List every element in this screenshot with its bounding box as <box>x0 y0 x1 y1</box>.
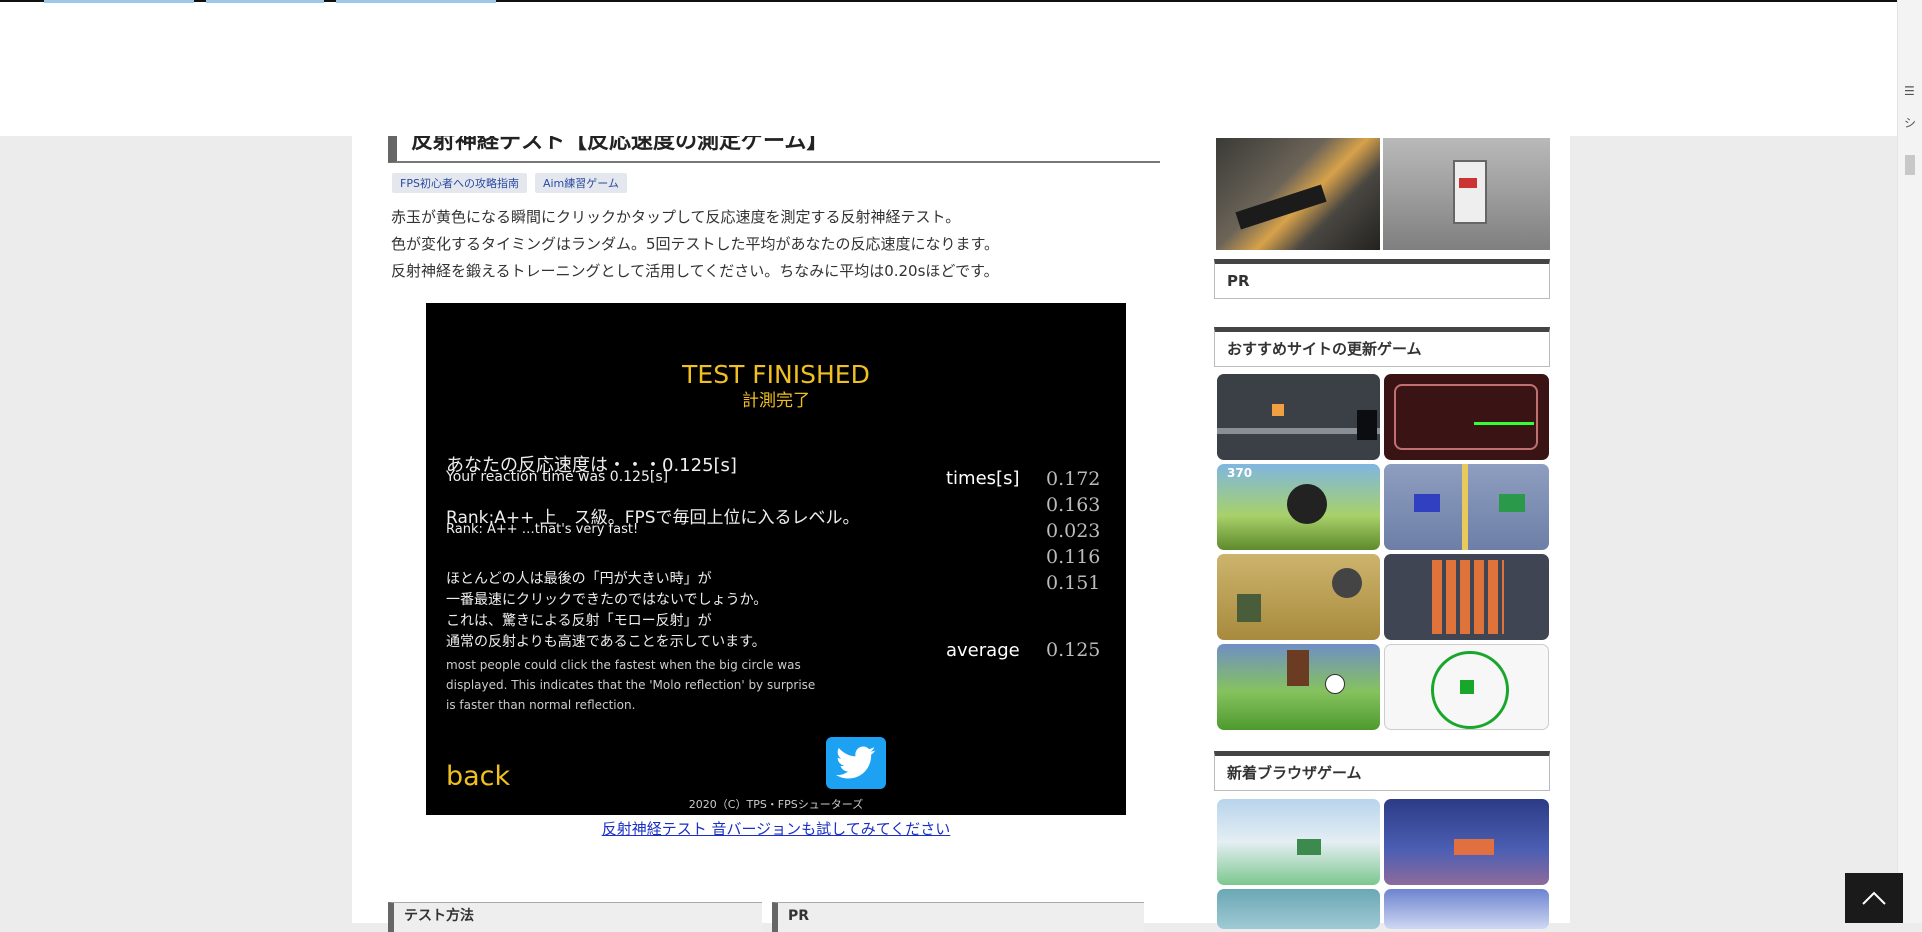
note-line: これは、驚きによる反射「モロー反射」が <box>446 613 712 629</box>
top-banner <box>0 0 1898 136</box>
top-tab[interactable] <box>206 0 324 3</box>
new-games-heading: 新着ブラウザゲーム <box>1214 751 1550 791</box>
game-thumbnail-maze[interactable] <box>1384 374 1549 460</box>
scrollbar[interactable]: ☰ シ <box>1897 0 1922 923</box>
time-value: 0.116 <box>1046 546 1101 568</box>
robot-chest <box>1459 178 1477 188</box>
chevron-up-icon <box>1862 891 1886 905</box>
pr-box-heading: PR <box>772 902 1144 932</box>
note-line: displayed. This indicates that the 'Molo… <box>446 678 816 692</box>
back-button[interactable]: back <box>446 761 510 792</box>
time-value: 0.151 <box>1046 572 1101 594</box>
player <box>1287 650 1309 686</box>
game-thumbnail-platformer[interactable] <box>1217 374 1380 460</box>
game-thumbnail-fps-shooter[interactable] <box>1216 138 1380 250</box>
game-copyright: 2020（C）TPS・FPSシューターズ <box>688 798 864 811</box>
intro-line: 反射神経を鍛えるトレーニングとして活用してください。ちなみに平均は0.20sほど… <box>391 262 999 280</box>
score-badge: 370 <box>1227 466 1253 480</box>
sound-version-link[interactable]: 反射神経テスト 音バージョンも試してみてください <box>352 818 1200 839</box>
gun-shape <box>1235 184 1327 230</box>
time-value: 0.023 <box>1046 520 1101 542</box>
ball <box>1325 674 1345 694</box>
unit <box>1237 594 1261 622</box>
scroll-glyph: シ <box>1904 116 1917 130</box>
average-label: average <box>946 640 1020 661</box>
game-thumbnail-new-4[interactable] <box>1384 889 1549 929</box>
page-content: 反射神経テスト【反応速度の測定ゲーム】 FPS初心者への攻略指南 Aim練習ゲー… <box>352 0 1570 932</box>
note-line: ほとんどの人は最後の「円が大きい時」が <box>446 571 712 587</box>
twitter-share-button[interactable] <box>826 737 886 789</box>
time-value: 0.172 <box>1046 468 1101 490</box>
game-thumbnail-robot[interactable] <box>1383 138 1550 250</box>
game-thumbnail-soccer[interactable] <box>1217 644 1380 730</box>
game-thumbnail-tower-defense[interactable] <box>1217 554 1380 640</box>
tag-fps-guide[interactable]: FPS初心者への攻略指南 <box>392 173 527 193</box>
top-tab-strip <box>44 0 496 3</box>
unit <box>1332 568 1362 598</box>
menu-icon: ☰ <box>1904 84 1915 98</box>
test-method-heading: テスト方法 <box>388 902 762 932</box>
scroll-to-top-button[interactable] <box>1845 873 1903 923</box>
result-subtitle: 計測完了 <box>742 391 810 411</box>
top-tab[interactable] <box>336 0 496 3</box>
note-line: 一番最速にクリックできたのではないでしょうか。 <box>446 592 768 608</box>
time-value: 0.163 <box>1046 494 1101 516</box>
recommend-heading: おすすめサイトの更新ゲーム <box>1214 327 1550 367</box>
rank-en: Rank: A++ …that's very fast! <box>446 522 639 537</box>
block <box>1297 839 1321 855</box>
laser <box>1474 422 1534 425</box>
tag-aim-practice[interactable]: Aim練習ゲーム <box>534 173 627 193</box>
game-thumbnail-zombie[interactable]: 370 <box>1217 464 1380 550</box>
clover-center <box>1460 680 1474 694</box>
robot-shape <box>1453 160 1487 224</box>
game-thumbnail-voxel-1[interactable] <box>1217 799 1380 885</box>
game-thumbnail-match3[interactable] <box>1384 554 1549 640</box>
times-label: times[s] <box>946 468 1020 489</box>
explosion <box>1454 839 1494 855</box>
game-canvas[interactable]: TEST FINISHED 計測完了 あなたの反応速度は・・・0.125[s] … <box>426 303 1126 815</box>
car <box>1499 494 1525 512</box>
character <box>1272 404 1284 416</box>
door <box>1357 410 1377 440</box>
tag-list: FPS初心者への攻略指南 Aim練習ゲーム <box>392 173 627 193</box>
note-en: most people could click the fastest when… <box>446 655 815 715</box>
top-tab[interactable] <box>44 0 194 3</box>
monster <box>1287 484 1327 524</box>
scrollbar-thumb[interactable] <box>1905 155 1915 175</box>
sidebar-pr-heading: PR <box>1214 259 1550 299</box>
maze-wall <box>1394 384 1538 450</box>
note-line: most people could click the fastest when… <box>446 658 801 672</box>
game-thumbnail-racing[interactable] <box>1384 464 1549 550</box>
game-thumbnail-clover[interactable] <box>1384 644 1549 730</box>
note-line: is faster than normal reflection. <box>446 698 636 712</box>
game-thumbnail-voxel-2[interactable] <box>1384 799 1549 885</box>
note-jp: ほとんどの人は最後の「円が大きい時」が 一番最速にクリックできたのではないでしょ… <box>446 569 767 653</box>
game-thumbnail-new-3[interactable] <box>1217 889 1380 929</box>
average-value: 0.125 <box>1046 639 1101 661</box>
twitter-bird-icon <box>836 746 876 779</box>
note-line: 通常の反射よりも高速であることを示しています。 <box>446 634 766 650</box>
reaction-time-en: Your reaction time was 0.125[s] <box>446 469 669 485</box>
intro-line: 赤玉が黄色になる瞬間にクリックかタップして反応速度を測定する反射神経テスト。 <box>391 208 961 226</box>
road-line <box>1462 464 1468 550</box>
platform <box>1217 428 1380 434</box>
intro-text: 赤玉が黄色になる瞬間にクリックかタップして反応速度を測定する反射神経テスト。 色… <box>391 204 999 285</box>
result-title: TEST FINISHED <box>682 360 870 389</box>
intro-line: 色が変化するタイミングはランダム。5回テストした平均があなたの反応速度になります… <box>391 235 1000 253</box>
car <box>1414 494 1440 512</box>
tile-grid <box>1432 560 1504 634</box>
